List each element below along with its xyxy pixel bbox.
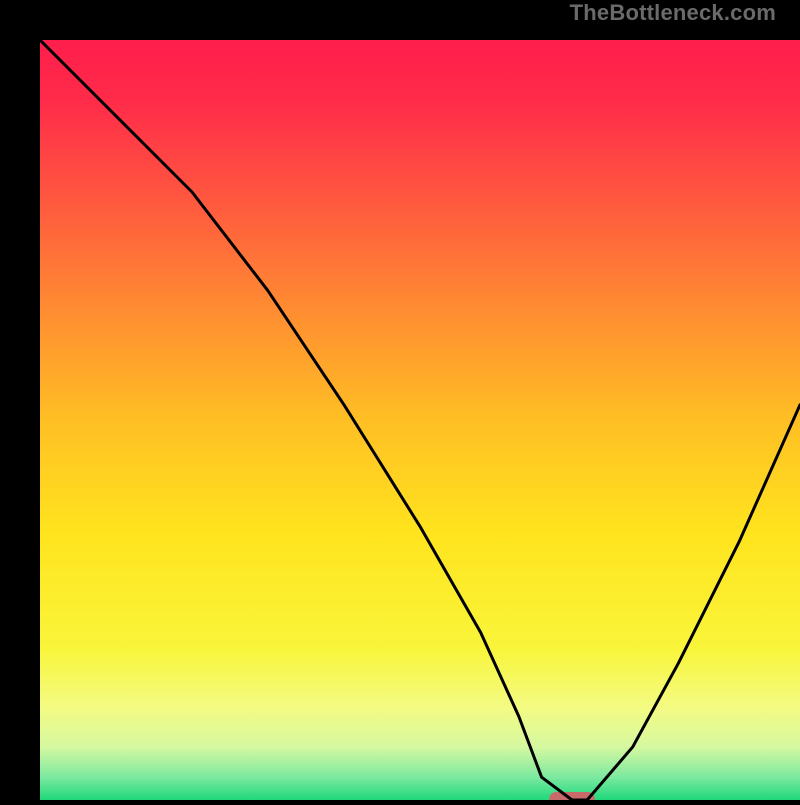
plot-area bbox=[40, 40, 800, 800]
chart-frame bbox=[0, 0, 800, 800]
chart-svg bbox=[40, 40, 800, 800]
watermark-text: TheBottleneck.com bbox=[570, 0, 776, 26]
